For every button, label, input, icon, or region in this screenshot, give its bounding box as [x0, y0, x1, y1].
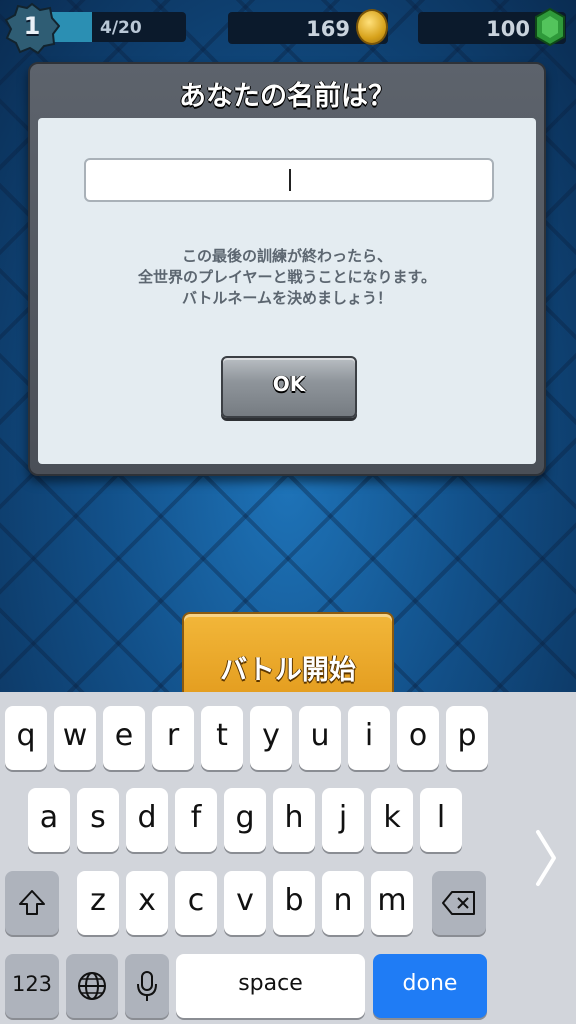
key-y[interactable]: y	[250, 706, 292, 770]
dictation-key[interactable]	[125, 954, 169, 1018]
key-j[interactable]: j	[322, 788, 364, 852]
key-r[interactable]: r	[152, 706, 194, 770]
gem-counter[interactable]: 100	[418, 8, 566, 46]
key-i[interactable]: i	[348, 706, 390, 770]
gold-amount: 169	[306, 17, 350, 41]
top-bar: 4/20 1 169 100	[0, 0, 576, 60]
done-key[interactable]: done	[373, 954, 487, 1018]
backspace-icon	[442, 891, 475, 915]
ok-button[interactable]: OK	[221, 356, 357, 418]
key-n[interactable]: n	[322, 871, 364, 935]
key-p[interactable]: p	[446, 706, 488, 770]
key-u[interactable]: u	[299, 706, 341, 770]
battle-start-button[interactable]: バトル開始	[182, 612, 394, 702]
gem-amount: 100	[486, 17, 530, 41]
numbers-key[interactable]: 123	[5, 954, 59, 1018]
key-d[interactable]: d	[126, 788, 168, 852]
globe-key[interactable]	[66, 954, 118, 1018]
key-h[interactable]: h	[273, 788, 315, 852]
mic-icon	[137, 971, 157, 1001]
key-s[interactable]: s	[77, 788, 119, 852]
key-l[interactable]: l	[420, 788, 462, 852]
chevron-right-icon[interactable]	[534, 828, 558, 888]
shift-key[interactable]	[5, 871, 59, 935]
key-w[interactable]: w	[54, 706, 96, 770]
key-b[interactable]: b	[273, 871, 315, 935]
key-v[interactable]: v	[224, 871, 266, 935]
key-e[interactable]: e	[103, 706, 145, 770]
dialog-body: この最後の訓練が終わったら、 全世界のプレイヤーと戦うことになります。 バトルネ…	[38, 118, 536, 464]
key-g[interactable]: g	[224, 788, 266, 852]
keyboard: q w e r t y u i o p a s d f g h j k l z …	[0, 692, 576, 1024]
dialog-message: この最後の訓練が終わったら、 全世界のプレイヤーと戦うことになります。 バトルネ…	[137, 247, 437, 307]
key-c[interactable]: c	[175, 871, 217, 935]
shift-icon	[19, 890, 45, 915]
gem-icon	[535, 8, 565, 46]
key-f[interactable]: f	[175, 788, 217, 852]
battle-start-label: バトル開始	[220, 655, 356, 686]
gold-counter[interactable]: 169	[228, 9, 388, 45]
key-t[interactable]: t	[201, 706, 243, 770]
backspace-key[interactable]	[432, 871, 486, 935]
level-number: 1	[23, 12, 41, 40]
key-q[interactable]: q	[5, 706, 47, 770]
level-badge[interactable]: 1	[4, 2, 60, 54]
dialog-title: あなたの名前は？	[179, 81, 395, 112]
space-key[interactable]: space	[176, 954, 365, 1018]
xp-progress-text: 4/20	[100, 18, 142, 38]
key-z[interactable]: z	[77, 871, 119, 935]
key-x[interactable]: x	[126, 871, 168, 935]
text-caret	[289, 169, 291, 191]
key-a[interactable]: a	[28, 788, 70, 852]
name-dialog: あなたの名前は？ この最後の訓練が終わったら、 全世界のプレイヤーと戦うことにな…	[28, 62, 546, 476]
key-o[interactable]: o	[397, 706, 439, 770]
globe-icon	[78, 972, 106, 1000]
key-m[interactable]: m	[371, 871, 413, 935]
coin-icon	[356, 9, 388, 45]
name-input[interactable]	[84, 158, 494, 202]
ok-label: OK	[272, 372, 306, 396]
key-k[interactable]: k	[371, 788, 413, 852]
